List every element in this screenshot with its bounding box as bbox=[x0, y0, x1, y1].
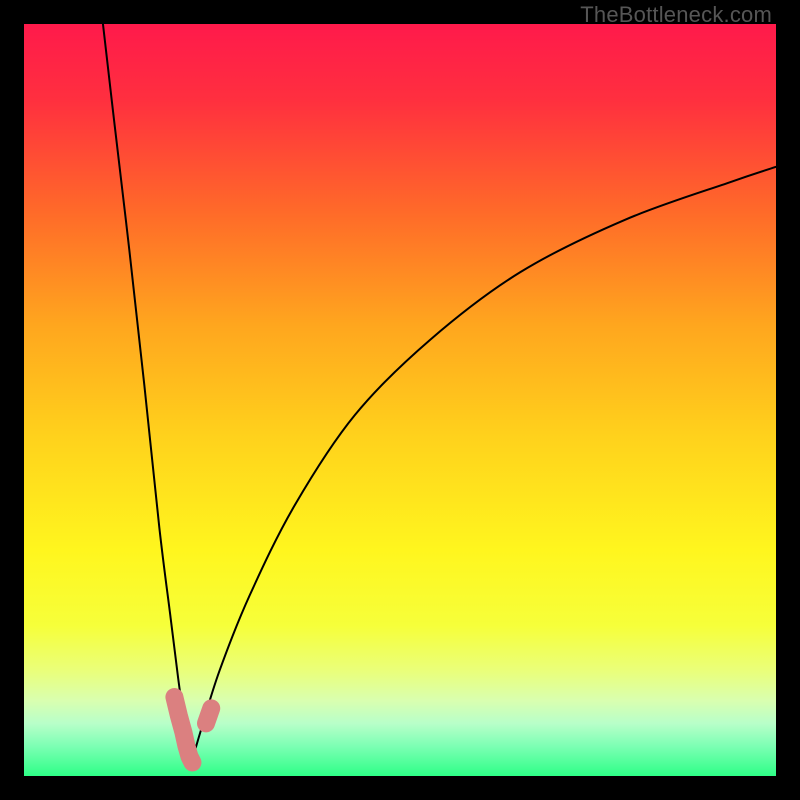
highlight-right-cluster bbox=[206, 708, 211, 723]
curve-layer bbox=[24, 24, 776, 776]
watermark-text: TheBottleneck.com bbox=[580, 2, 772, 28]
plot-area bbox=[24, 24, 776, 776]
highlight-left-cluster bbox=[174, 697, 192, 762]
curve-left-branch bbox=[103, 24, 191, 765]
chart-frame: TheBottleneck.com bbox=[0, 0, 800, 800]
curve-right-branch bbox=[191, 167, 776, 765]
